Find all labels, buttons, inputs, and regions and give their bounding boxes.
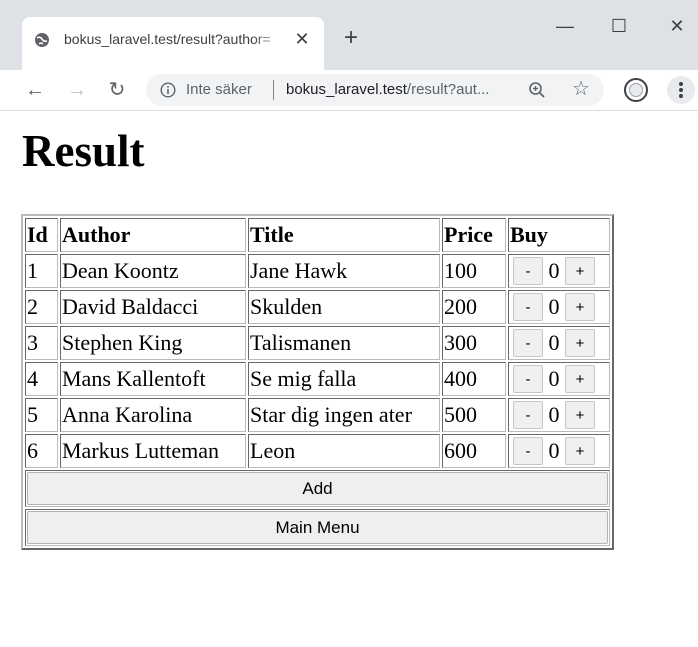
table-row: 2 David Baldacci Skulden 200 - 0 + xyxy=(25,290,610,324)
increment-button[interactable]: + xyxy=(565,329,595,357)
cell-price: 500 xyxy=(442,398,506,432)
cell-title: Talismanen xyxy=(248,326,440,360)
cell-author: Stephen King xyxy=(60,326,246,360)
cell-title: Skulden xyxy=(248,290,440,324)
quantity-value: 0 xyxy=(548,258,560,283)
add-cell: Add xyxy=(25,470,610,507)
cell-title: Jane Hawk xyxy=(248,254,440,288)
window-close-icon[interactable]: ✕ xyxy=(664,14,690,38)
cell-author: Mans Kallentoft xyxy=(60,362,246,396)
extension-icon-inner xyxy=(629,83,643,97)
table-row: 3 Stephen King Talismanen 300 - 0 + xyxy=(25,326,610,360)
url-host: bokus_laravel.test xyxy=(286,81,407,98)
main-menu-button[interactable]: Main Menu xyxy=(27,511,608,544)
increment-button[interactable]: + xyxy=(565,401,595,429)
omnibox-separator xyxy=(273,80,274,100)
cell-id: 1 xyxy=(25,254,58,288)
decrement-button[interactable]: - xyxy=(513,437,543,465)
header-title: Title xyxy=(248,218,440,252)
cell-id: 5 xyxy=(25,398,58,432)
quantity-value: 0 xyxy=(548,330,560,355)
decrement-button[interactable]: - xyxy=(513,365,543,393)
cell-buy: - 0 + xyxy=(508,398,610,432)
quantity-value: 0 xyxy=(548,366,560,391)
reload-icon[interactable]: ↻ xyxy=(104,77,130,103)
increment-button[interactable]: + xyxy=(565,437,595,465)
page-content: Result Id Author Title Price Buy 1 Dean … xyxy=(0,111,698,647)
cell-author: Markus Lutteman xyxy=(60,434,246,468)
cell-title: Star dig ingen ater xyxy=(248,398,440,432)
minimize-icon[interactable]: — xyxy=(552,14,578,38)
cell-id: 2 xyxy=(25,290,58,324)
cell-buy: - 0 + xyxy=(508,290,610,324)
cell-author: Anna Karolina xyxy=(60,398,246,432)
result-table: Id Author Title Price Buy 1 Dean Koontz … xyxy=(21,214,614,550)
browser-toolbar: ← → ↻ Inte säker bokus_laravel.test/resu… xyxy=(0,70,698,111)
header-buy: Buy xyxy=(508,218,610,252)
tab-title: bokus_laravel.test/result?author= xyxy=(64,31,271,47)
extension-icon[interactable] xyxy=(624,78,648,102)
main-menu-row: Main Menu xyxy=(25,509,610,546)
zoom-icon[interactable] xyxy=(528,81,546,99)
cell-id: 3 xyxy=(25,326,58,360)
header-author: Author xyxy=(60,218,246,252)
header-id: Id xyxy=(25,218,58,252)
browser-tab[interactable]: bokus_laravel.test/result?author= ✕ xyxy=(22,17,324,70)
page-title: Result xyxy=(22,126,145,176)
decrement-button[interactable]: - xyxy=(513,329,543,357)
address-bar[interactable]: Inte säker bokus_laravel.test/result?aut… xyxy=(146,74,604,106)
header-price: Price xyxy=(442,218,506,252)
table-row: 4 Mans Kallentoft Se mig falla 400 - 0 + xyxy=(25,362,610,396)
increment-button[interactable]: + xyxy=(565,257,595,285)
cell-id: 6 xyxy=(25,434,58,468)
table-row: 6 Markus Lutteman Leon 600 - 0 + xyxy=(25,434,610,468)
table-header-row: Id Author Title Price Buy xyxy=(25,218,610,252)
table-row: 1 Dean Koontz Jane Hawk 100 - 0 + xyxy=(25,254,610,288)
cell-author: David Baldacci xyxy=(60,290,246,324)
quantity-value: 0 xyxy=(548,438,560,463)
tab-close-icon[interactable]: ✕ xyxy=(290,27,314,51)
cell-buy: - 0 + xyxy=(508,326,610,360)
decrement-button[interactable]: - xyxy=(513,401,543,429)
add-button[interactable]: Add xyxy=(27,472,608,505)
bookmark-star-icon[interactable]: ☆ xyxy=(570,78,592,100)
url-text[interactable]: bokus_laravel.test/result?aut... xyxy=(286,81,526,98)
increment-button[interactable]: + xyxy=(565,293,595,321)
decrement-button[interactable]: - xyxy=(513,257,543,285)
add-row: Add xyxy=(25,470,610,507)
tab-strip: bokus_laravel.test/result?author= ✕ + — … xyxy=(0,0,698,70)
back-arrow-icon[interactable]: ← xyxy=(22,77,48,103)
cell-id: 4 xyxy=(25,362,58,396)
increment-button[interactable]: + xyxy=(565,365,595,393)
menu-dots-icon[interactable] xyxy=(667,76,695,104)
cell-price: 300 xyxy=(442,326,506,360)
globe-icon xyxy=(35,33,49,47)
cell-buy: - 0 + xyxy=(508,362,610,396)
quantity-value: 0 xyxy=(548,402,560,427)
cell-buy: - 0 + xyxy=(508,254,610,288)
cell-price: 100 xyxy=(442,254,506,288)
info-icon[interactable] xyxy=(160,82,176,98)
decrement-button[interactable]: - xyxy=(513,293,543,321)
quantity-value: 0 xyxy=(548,294,560,319)
cell-price: 600 xyxy=(442,434,506,468)
cell-buy: - 0 + xyxy=(508,434,610,468)
main-menu-cell: Main Menu xyxy=(25,509,610,546)
url-path: /result?aut... xyxy=(406,81,490,98)
cell-title: Leon xyxy=(248,434,440,468)
security-label[interactable]: Inte säker xyxy=(186,81,252,98)
new-tab-icon[interactable]: + xyxy=(337,24,365,52)
cell-price: 200 xyxy=(442,290,506,324)
maximize-icon[interactable]: ☐ xyxy=(606,14,632,38)
cell-author: Dean Koontz xyxy=(60,254,246,288)
cell-title: Se mig falla xyxy=(248,362,440,396)
forward-arrow-icon[interactable]: → xyxy=(64,77,90,103)
table-row: 5 Anna Karolina Star dig ingen ater 500 … xyxy=(25,398,610,432)
cell-price: 400 xyxy=(442,362,506,396)
